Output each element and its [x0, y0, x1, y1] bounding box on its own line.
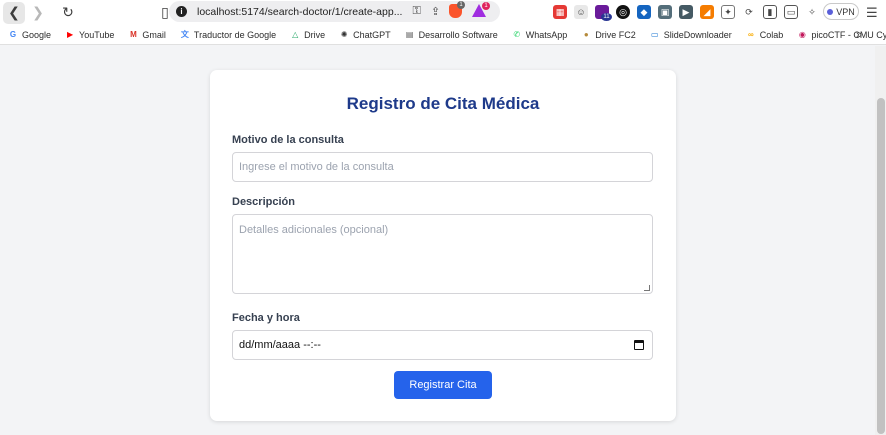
- extension-circle-icon[interactable]: ◎: [616, 5, 630, 19]
- bookmark-item[interactable]: ▶ YouTube: [65, 30, 114, 40]
- bookmark-item[interactable]: G Google: [8, 30, 51, 40]
- bookmark-item[interactable]: 文 Traductor de Google: [180, 30, 276, 40]
- sidebar-toggle-icon[interactable]: ▮: [763, 5, 777, 19]
- datetime-value: dd/mm/aaaa --:--: [239, 339, 321, 351]
- share-icon[interactable]: ⇪: [431, 5, 440, 18]
- reason-placeholder: Ingrese el motivo de la consulta: [239, 161, 394, 173]
- bookmark-item[interactable]: ✆ WhatsApp: [512, 29, 568, 40]
- slidedownloader-icon: ▭: [650, 30, 659, 39]
- bookmark-label: picoCTF - CMU Cyb...: [811, 29, 886, 40]
- extension-blue-icon[interactable]: ◆: [637, 5, 651, 19]
- more-bookmarks-icon[interactable]: »: [856, 29, 862, 41]
- extensions-area: ▦ ☺ 11 ◎ ◆ ▣ ▶ ◢ ✦ ⟳ ▮ ▭ ✧: [553, 4, 826, 21]
- colab-icon: ∞: [747, 30, 754, 39]
- translate-icon: 文: [180, 30, 189, 39]
- vpn-button[interactable]: VPN: [823, 3, 859, 20]
- bookmark-item[interactable]: ✺ ChatGPT: [339, 30, 391, 40]
- extension-person-icon[interactable]: ☺: [574, 5, 588, 19]
- bookmark-item[interactable]: ▭ SlideDownloader: [650, 30, 732, 40]
- drive-fc2-icon: ●: [583, 30, 589, 39]
- site-info-icon[interactable]: i: [176, 6, 187, 17]
- youtube-icon: ▶: [66, 30, 74, 39]
- menu-icon[interactable]: ☰: [866, 5, 878, 21]
- resize-handle-icon[interactable]: [644, 285, 650, 291]
- description-placeholder: Detalles adicionales (opcional): [239, 224, 389, 236]
- extension-purple-icon[interactable]: 11: [595, 5, 612, 21]
- datetime-input[interactable]: dd/mm/aaaa --:--: [232, 330, 653, 360]
- extension-badge: 11: [601, 13, 612, 21]
- key-icon[interactable]: ⚿: [412, 5, 420, 18]
- url-text[interactable]: localhost:5174/search-doctor/1/create-ap…: [197, 6, 402, 18]
- bookmark-item[interactable]: M Gmail: [128, 30, 166, 40]
- extension-refresh-icon[interactable]: ⟳: [742, 5, 756, 19]
- description-textarea[interactable]: Detalles adicionales (opcional): [232, 214, 653, 294]
- appointment-form-card: Registro de Cita Médica Motivo de la con…: [210, 70, 676, 421]
- reason-input[interactable]: Ingrese el motivo de la consulta: [232, 152, 653, 182]
- bookmark-label: WhatsApp: [525, 29, 568, 40]
- bookmark-label: Gmail: [142, 29, 166, 40]
- wallet-icon[interactable]: ▭: [784, 5, 798, 19]
- extension-play-icon[interactable]: ▶: [679, 5, 693, 19]
- chatgpt-icon: ✺: [340, 30, 348, 39]
- forward-icon[interactable]: ❯: [27, 2, 49, 24]
- back-icon[interactable]: ❮: [3, 1, 25, 24]
- extension-red-icon[interactable]: ▦: [553, 5, 567, 19]
- brave-shields-icon[interactable]: 1: [449, 1, 465, 18]
- brave-badge: 1: [457, 1, 465, 9]
- whatsapp-icon: ✆: [513, 30, 521, 39]
- extension-image-icon[interactable]: ▣: [658, 5, 672, 19]
- datetime-label: Fecha y hora: [232, 312, 300, 324]
- extension-puzzle-icon[interactable]: ✦: [721, 5, 735, 19]
- bookmarks-bar: G Google ▶ YouTube M Gmail 文 Traductor de Googl…: [0, 25, 886, 45]
- picoctf-icon: ◉: [798, 30, 806, 39]
- reload-icon[interactable]: ↻: [57, 2, 79, 24]
- calendar-icon[interactable]: [634, 340, 644, 350]
- bookmark-label: SlideDownloader: [663, 29, 732, 40]
- form-title: Registro de Cita Médica: [346, 94, 540, 113]
- bookmark-item[interactable]: △ Drive: [290, 30, 325, 40]
- scrollbar-thumb[interactable]: [877, 98, 885, 434]
- bookmark-item[interactable]: ▤ Desarrollo Software: [405, 30, 498, 40]
- folder-doc-icon: ▤: [405, 30, 414, 39]
- google-icon: G: [9, 30, 17, 39]
- bookmark-label: Desarrollo Software: [418, 29, 498, 40]
- description-label: Descripción: [232, 196, 295, 208]
- bookmark-label: ChatGPT: [353, 29, 391, 40]
- vpn-status-icon: [827, 8, 834, 15]
- vpn-label: VPN: [836, 6, 855, 17]
- bookmark-label: YouTube: [79, 29, 115, 40]
- leo-ai-icon[interactable]: ✧: [805, 5, 819, 19]
- bookmark-label: Google: [22, 29, 52, 40]
- bookmark-item[interactable]: ◉ picoCTF - CMU Cyb...: [797, 30, 886, 40]
- bookmark-item[interactable]: ∞ Colab: [746, 29, 784, 40]
- bookmark-item[interactable]: ● Drive FC2: [581, 30, 636, 40]
- register-appointment-button[interactable]: Registrar Cita: [394, 371, 492, 399]
- drive-icon: △: [292, 30, 299, 39]
- bookmark-label: Drive: [304, 29, 326, 40]
- scrollbar[interactable]: [875, 46, 886, 435]
- gmail-icon: M: [130, 30, 137, 39]
- reason-label: Motivo de la consulta: [232, 134, 344, 146]
- bookmark-label: Traductor de Google: [193, 29, 277, 40]
- page-content: Registro de Cita Médica Motivo de la con…: [0, 46, 875, 435]
- bookmark-label: Drive FC2: [595, 29, 636, 40]
- metamask-icon[interactable]: ◢: [700, 5, 714, 19]
- rewards-badge: 1: [482, 2, 490, 10]
- bookmark-label: Colab: [759, 29, 784, 40]
